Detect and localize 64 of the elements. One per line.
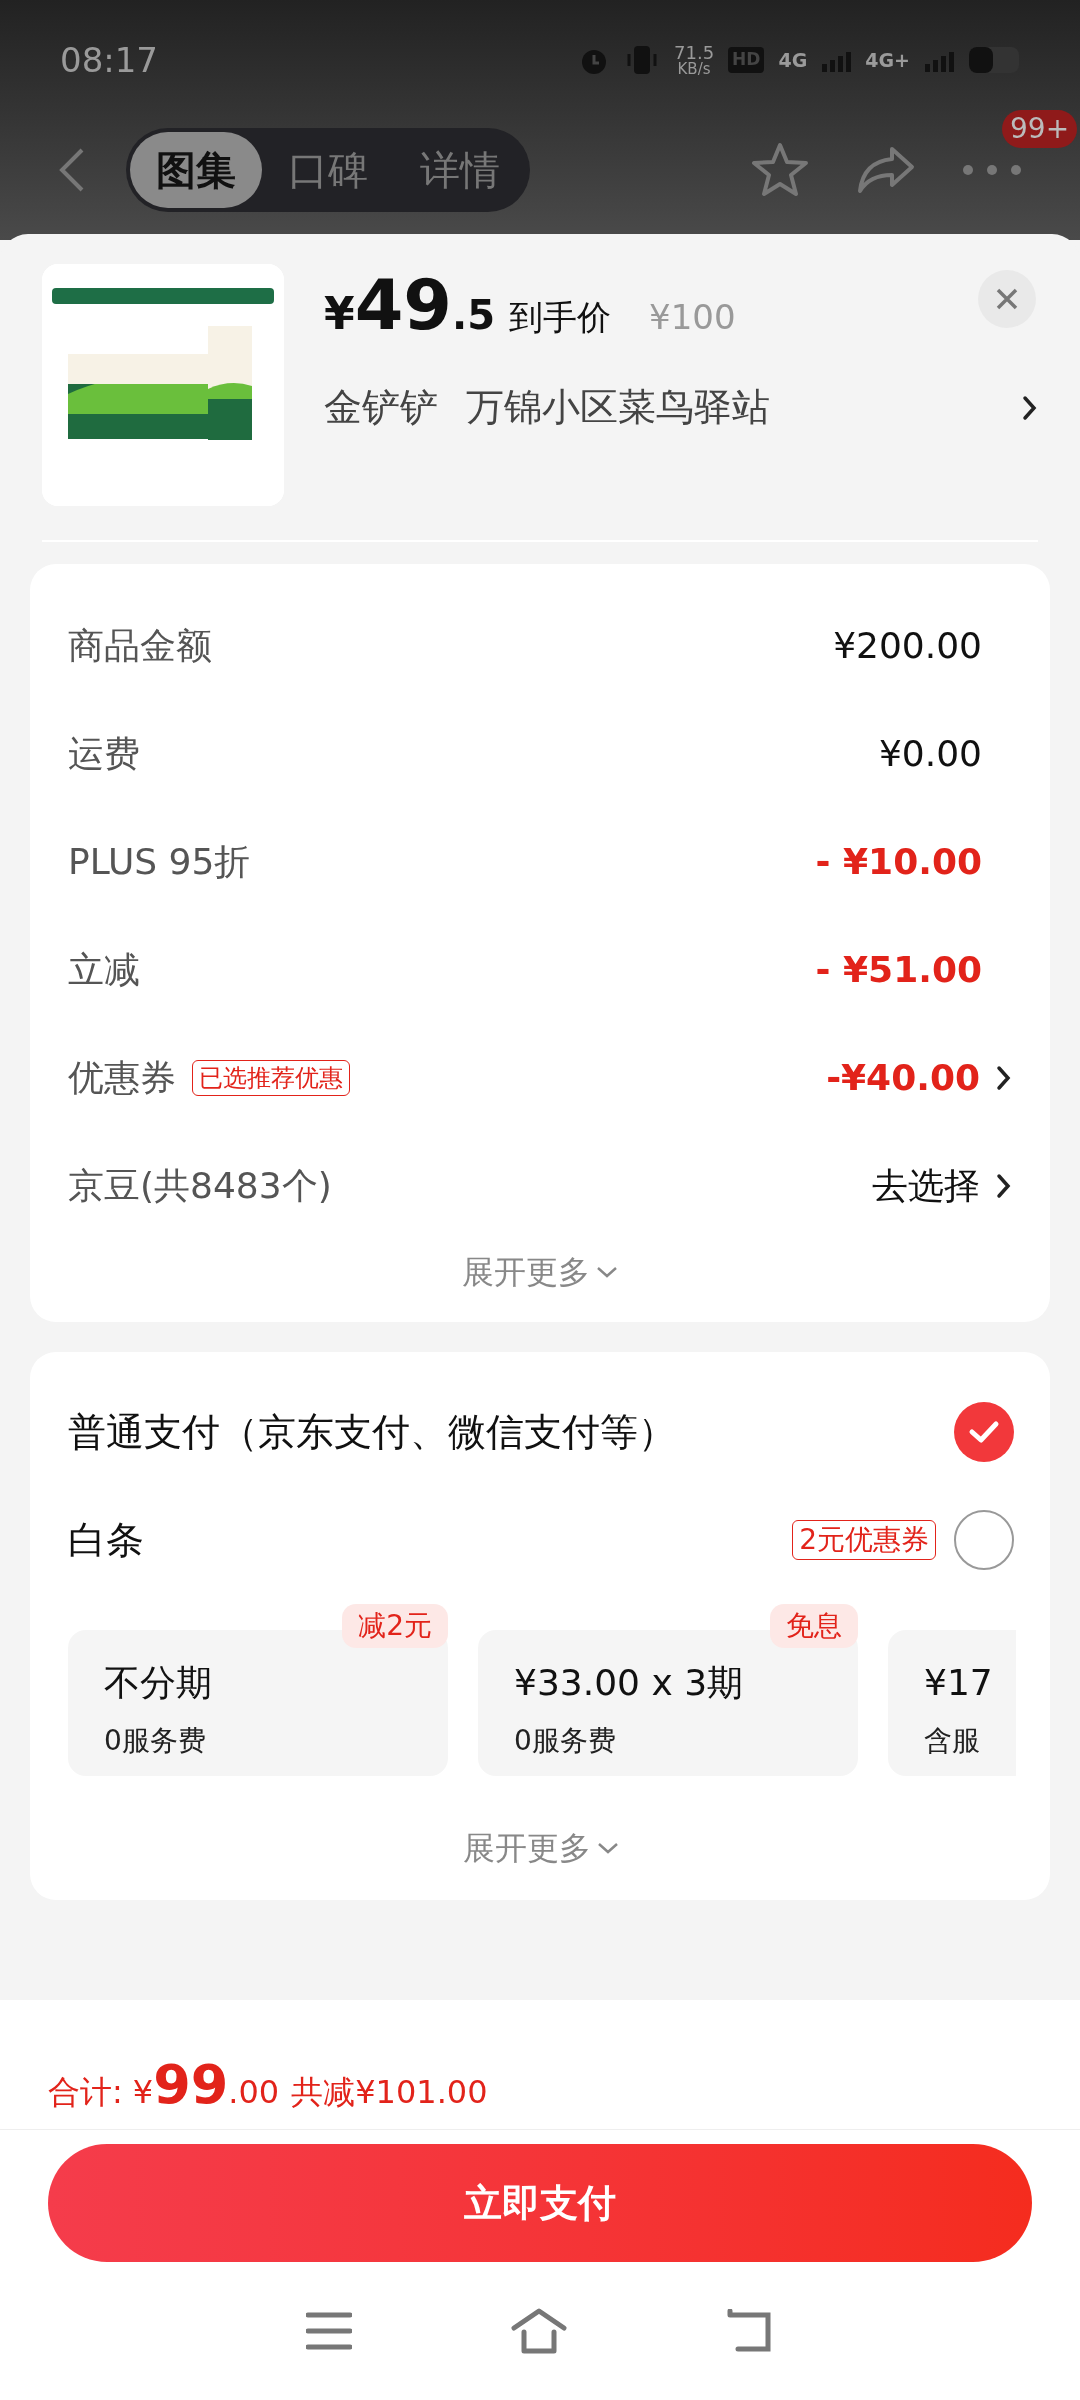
network-type: 4G+ bbox=[865, 47, 910, 73]
payment-radio[interactable] bbox=[954, 1402, 1014, 1462]
pay-button[interactable]: 立即支付 bbox=[48, 2144, 1032, 2262]
total-integer: 99 bbox=[153, 2052, 229, 2118]
installment-title: ¥33.00 x 3期 bbox=[514, 1661, 745, 1705]
speed-unit: KB/s bbox=[677, 61, 711, 77]
header-tab[interactable]: 详情 bbox=[394, 132, 526, 208]
installment-tag: 免息 bbox=[770, 1604, 858, 1648]
back-icon[interactable] bbox=[726, 2309, 774, 2353]
row-value[interactable]: 去选择 bbox=[872, 1159, 980, 1213]
chevron-icon bbox=[1022, 393, 1038, 422]
check-icon bbox=[968, 1420, 1000, 1444]
row-value: ¥0.00 bbox=[878, 732, 982, 776]
status-time: 08:17 bbox=[60, 38, 158, 82]
back-icon[interactable] bbox=[58, 146, 86, 194]
price-integer: 49 bbox=[354, 270, 453, 340]
price-label: 到手价 bbox=[509, 296, 612, 339]
expand-more-button[interactable]: 展开更多 bbox=[463, 1824, 591, 1872]
close-icon bbox=[995, 287, 1019, 311]
payment-method-label: 白条 bbox=[68, 1516, 145, 1564]
more-icon[interactable] bbox=[962, 164, 1022, 176]
row-label: 商品金额 bbox=[68, 624, 212, 668]
header-tab[interactable]: 口碑 bbox=[262, 132, 394, 208]
row-label: 京豆(共8483个) bbox=[68, 1164, 332, 1208]
installment-title: 不分期 bbox=[104, 1661, 213, 1705]
installment-tag: 减2元 bbox=[342, 1604, 448, 1648]
installment-fee: 含服 bbox=[924, 1723, 981, 1759]
payment-radio[interactable] bbox=[954, 1510, 1014, 1570]
row-label: 运费 bbox=[68, 732, 140, 776]
total-label: 合计: bbox=[48, 2072, 123, 2113]
total-currency: ¥ bbox=[132, 2072, 154, 2113]
installment-fee: 0服务费 bbox=[104, 1723, 207, 1759]
menu-icon[interactable] bbox=[306, 2311, 352, 2351]
notification-badge: 99+ bbox=[1002, 110, 1078, 148]
battery-icon bbox=[968, 46, 1020, 74]
row-value: - ¥51.00 bbox=[815, 948, 982, 992]
total-saving: 共减¥101.00 bbox=[291, 2072, 488, 2113]
home-icon[interactable] bbox=[510, 2308, 568, 2354]
header-tab[interactable]: 图集 bbox=[130, 132, 262, 208]
original-price: ¥100 bbox=[649, 296, 736, 339]
row-value[interactable]: -¥40.00 bbox=[826, 1051, 980, 1105]
row-label: 优惠券 bbox=[68, 1056, 176, 1100]
total-decimal: .00 bbox=[228, 2072, 280, 2113]
network-type: 4G bbox=[778, 47, 808, 73]
installment-fee: 0服务费 bbox=[514, 1723, 617, 1759]
installment-option[interactable]: ¥17 含服 bbox=[888, 1630, 1016, 1776]
caret-icon bbox=[596, 1266, 618, 1278]
row-label: PLUS 95折 bbox=[68, 840, 251, 884]
star-icon[interactable] bbox=[750, 141, 810, 199]
coupon-tag: 已选推荐优惠 bbox=[192, 1060, 350, 1096]
expand-more-button[interactable]: 展开更多 bbox=[462, 1248, 590, 1296]
coupon-tag: 2元优惠券 bbox=[792, 1520, 936, 1560]
row-label: 立减 bbox=[68, 948, 140, 992]
delivery-address: 万锦小区菜鸟驿站 bbox=[466, 384, 771, 431]
caret-icon bbox=[597, 1842, 619, 1854]
row-value: ¥200.00 bbox=[833, 624, 982, 668]
network-speed: 71.5 bbox=[674, 43, 715, 62]
installment-title: ¥17 bbox=[924, 1661, 994, 1705]
row-value: - ¥10.00 bbox=[815, 840, 982, 884]
payment-method-label: 普通支付（京东支付、微信支付等） bbox=[68, 1408, 677, 1456]
price-decimal: .5 bbox=[452, 291, 496, 340]
price-currency: ¥ bbox=[324, 287, 355, 341]
recipient-name: 金铲铲 bbox=[324, 384, 438, 431]
share-icon[interactable] bbox=[856, 145, 916, 195]
